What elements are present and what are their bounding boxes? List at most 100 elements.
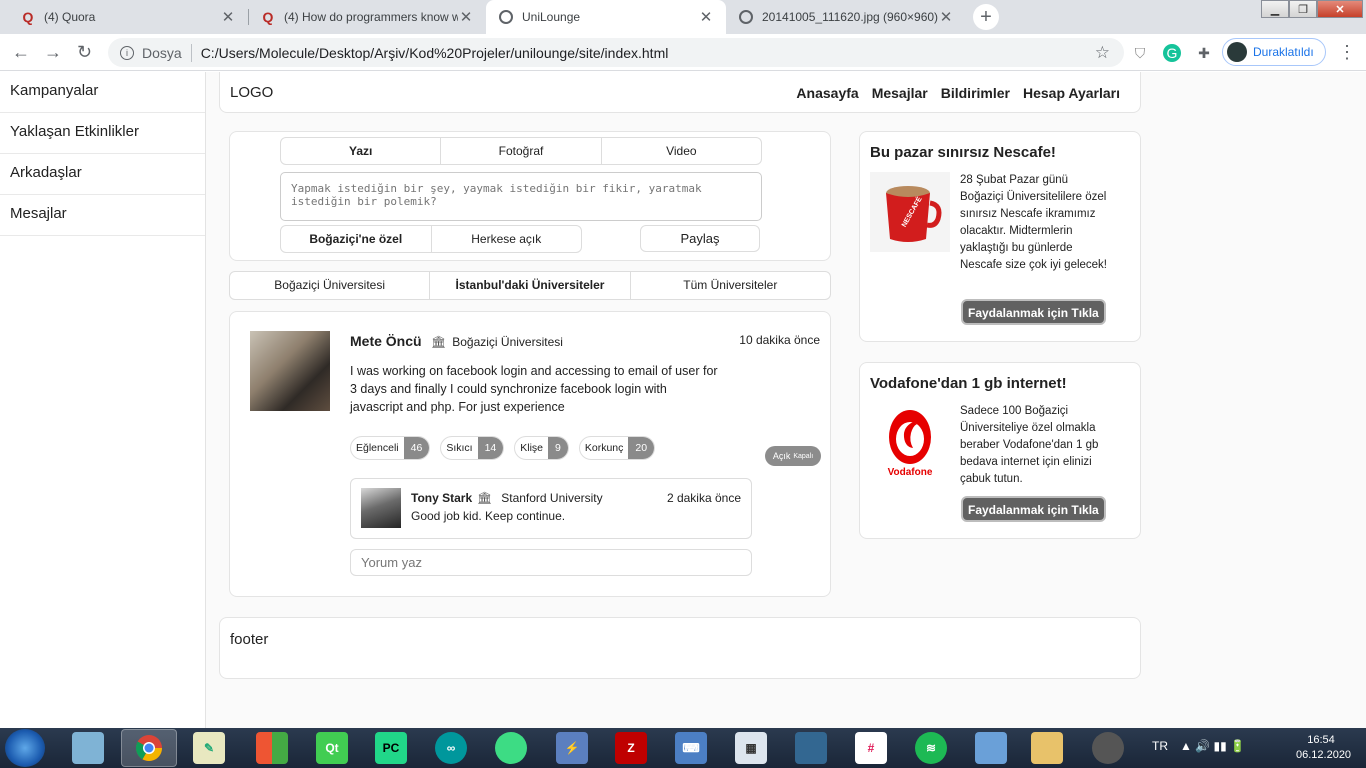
forward-icon[interactable]: →	[44, 43, 62, 61]
post-textarea[interactable]	[280, 172, 762, 221]
close-icon[interactable]: ✕	[698, 8, 714, 26]
close-icon[interactable]: ✕	[938, 8, 954, 26]
notepad-plus-icon[interactable]: ✎	[193, 732, 225, 764]
sidebar-item-events[interactable]: Yaklaşan Etkinlikler	[0, 113, 205, 154]
qt-creator-icon[interactable]: Qt	[316, 732, 348, 764]
filezilla-icon[interactable]: Z	[615, 732, 647, 764]
toggle-off-label: Kapalı	[793, 452, 814, 460]
shield-extension-icon[interactable]: ⛉	[1131, 44, 1149, 62]
control-panel-icon[interactable]	[975, 732, 1007, 764]
chrome-icon[interactable]	[121, 729, 177, 767]
postgresql-icon[interactable]	[795, 732, 827, 764]
nav-account-settings[interactable]: Hesap Ayarları	[1023, 85, 1120, 101]
language-indicator[interactable]: TR	[1152, 739, 1168, 753]
reaction-scary[interactable]: Korkunç 20	[578, 436, 656, 460]
obs-icon[interactable]	[1092, 732, 1124, 764]
putty-icon[interactable]: ⚡	[556, 732, 588, 764]
office-icon[interactable]	[256, 732, 288, 764]
reaction-boring[interactable]: Sıkıcı 14	[440, 436, 505, 460]
reaction-label: Sıkıcı	[446, 442, 473, 454]
tab-all[interactable]: Tüm Üniversiteler	[631, 272, 830, 299]
address-bar[interactable]: i Dosya C:/Users/Molecule/Desktop/Arşiv/…	[108, 38, 1124, 67]
tab-quora[interactable]: Q (4) Quora ✕	[8, 0, 248, 34]
logo[interactable]: LOGO	[230, 84, 273, 101]
tab-image[interactable]: 20141005_111620.jpg (960×960) ✕	[726, 0, 966, 34]
url-text[interactable]: C:/Users/Molecule/Desktop/Arşiv/Kod%20Pr…	[201, 45, 1095, 61]
ad-title: Bu pazar sınırsız Nescafe!	[870, 144, 1056, 161]
pycharm-icon[interactable]: PC	[375, 732, 407, 764]
audience-bogazici[interactable]: Boğaziçi'ne özel	[281, 226, 432, 252]
system-tray-icons[interactable]: ▲ 🔊 ▮▮ 🔋	[1180, 739, 1245, 753]
sidebar-item-messages[interactable]: Mesajlar	[0, 195, 205, 236]
remote-desktop-icon[interactable]: ⌨	[675, 732, 707, 764]
vodafone-logo: Vodafone	[870, 403, 950, 483]
audience-public[interactable]: Herkese açık	[432, 226, 582, 252]
file-explorer-icon[interactable]	[1031, 732, 1063, 764]
tab-unilounge[interactable]: UniLounge ✕	[486, 0, 726, 34]
reaction-label: Klişe	[520, 442, 544, 454]
extensions-puzzle-icon[interactable]: ✚	[1195, 44, 1213, 62]
bookmark-star-icon[interactable]: ☆	[1095, 43, 1110, 63]
reaction-count: 20	[628, 437, 655, 459]
tab-video[interactable]: Video	[602, 138, 761, 164]
comments-toggle[interactable]: Açık Kapalı	[765, 446, 821, 466]
ad-cta-button[interactable]: Faydalanmak için Tıkla	[961, 299, 1106, 325]
profile-button[interactable]: Duraklatıldı	[1222, 38, 1326, 66]
tab-photo[interactable]: Fotoğraf	[441, 138, 602, 164]
reaction-cliche[interactable]: Klişe 9	[514, 436, 569, 460]
share-button[interactable]: Paylaş	[640, 225, 760, 252]
new-tab-button[interactable]: +	[973, 4, 999, 30]
reaction-bar: Eğlenceli 46 Sıkıcı 14 Klişe 9 Korkunç 20	[350, 436, 656, 460]
author-photo[interactable]	[250, 331, 330, 411]
reaction-fun[interactable]: Eğlenceli 46	[350, 436, 431, 460]
commenter-photo[interactable]	[361, 488, 401, 528]
tab-quora-question[interactable]: Q (4) How do programmers know wh ✕	[248, 0, 486, 34]
start-button[interactable]	[5, 729, 45, 767]
vodafone-logo-text: Vodafone	[887, 466, 933, 478]
ad-text: 28 Şubat Pazar günü Boğaziçi Üniversitel…	[960, 174, 1108, 271]
tab-bogazici[interactable]: Boğaziçi Üniversitesi	[230, 272, 431, 299]
tab-istanbul[interactable]: İstanbul'daki Üniversiteler	[430, 272, 631, 299]
calculator-icon[interactable]: ▦	[735, 732, 767, 764]
comment-author[interactable]: Tony Stark	[411, 491, 472, 505]
grammarly-icon[interactable]: G	[1163, 44, 1181, 62]
minimize-button[interactable]: ▁	[1261, 0, 1289, 18]
nav-messages[interactable]: Mesajlar	[872, 85, 928, 101]
sidebar-item-campaigns[interactable]: Kampanyalar	[0, 72, 205, 113]
reaction-count: 9	[548, 437, 568, 459]
left-sidebar: Kampanyalar Yaklaşan Etkinlikler Arkadaş…	[0, 72, 206, 728]
feed-post: Mete Öncü 🏛 Boğaziçi Üniversitesi 10 dak…	[229, 311, 831, 597]
comment-input[interactable]	[350, 549, 752, 576]
maximize-button[interactable]: ❐	[1289, 0, 1317, 18]
quora-icon: Q	[262, 9, 274, 25]
tab-title: (4) Quora	[44, 10, 96, 24]
arduino-icon[interactable]: ∞	[435, 732, 467, 764]
tab-title: (4) How do programmers know wh	[284, 10, 458, 24]
reaction-count: 46	[403, 437, 430, 459]
nav-home[interactable]: Anasayfa	[796, 85, 858, 101]
toggle-on-label: Açık	[772, 451, 791, 461]
window-close-button[interactable]: ✕	[1317, 0, 1363, 18]
slack-icon[interactable]: #	[855, 732, 887, 764]
sidebar-item-friends[interactable]: Arkadaşlar	[0, 154, 205, 195]
more-menu-icon[interactable]: ⋮	[1338, 42, 1356, 63]
post-author[interactable]: Mete Öncü	[350, 333, 422, 349]
post-university[interactable]: Boğaziçi Üniversitesi	[452, 335, 563, 349]
close-icon[interactable]: ✕	[220, 8, 236, 26]
university-scope-tabs: Boğaziçi Üniversitesi İstanbul'daki Üniv…	[229, 271, 831, 300]
android-studio-icon[interactable]	[495, 732, 527, 764]
browser-toolbar: ← → ↻ i Dosya C:/Users/Molecule/Desktop/…	[0, 34, 1366, 71]
comment-university[interactable]: Stanford University	[501, 491, 602, 505]
reload-icon[interactable]: ↻	[77, 43, 92, 61]
scheme-label: Dosya	[142, 44, 182, 61]
nav-notifications[interactable]: Bildirimler	[941, 85, 1010, 101]
post-time: 10 dakika önce	[739, 333, 820, 347]
tab-text[interactable]: Yazı	[281, 138, 442, 164]
spotify-icon[interactable]: ≋	[915, 732, 947, 764]
clock[interactable]: 16:54 06.12.2020	[1296, 733, 1351, 763]
back-icon[interactable]: ←	[12, 43, 30, 61]
info-icon[interactable]: i	[120, 45, 134, 60]
notes-app-icon[interactable]	[72, 732, 104, 764]
close-icon[interactable]: ✕	[458, 8, 474, 26]
ad-cta-button[interactable]: Faydalanmak için Tıkla	[961, 496, 1106, 522]
